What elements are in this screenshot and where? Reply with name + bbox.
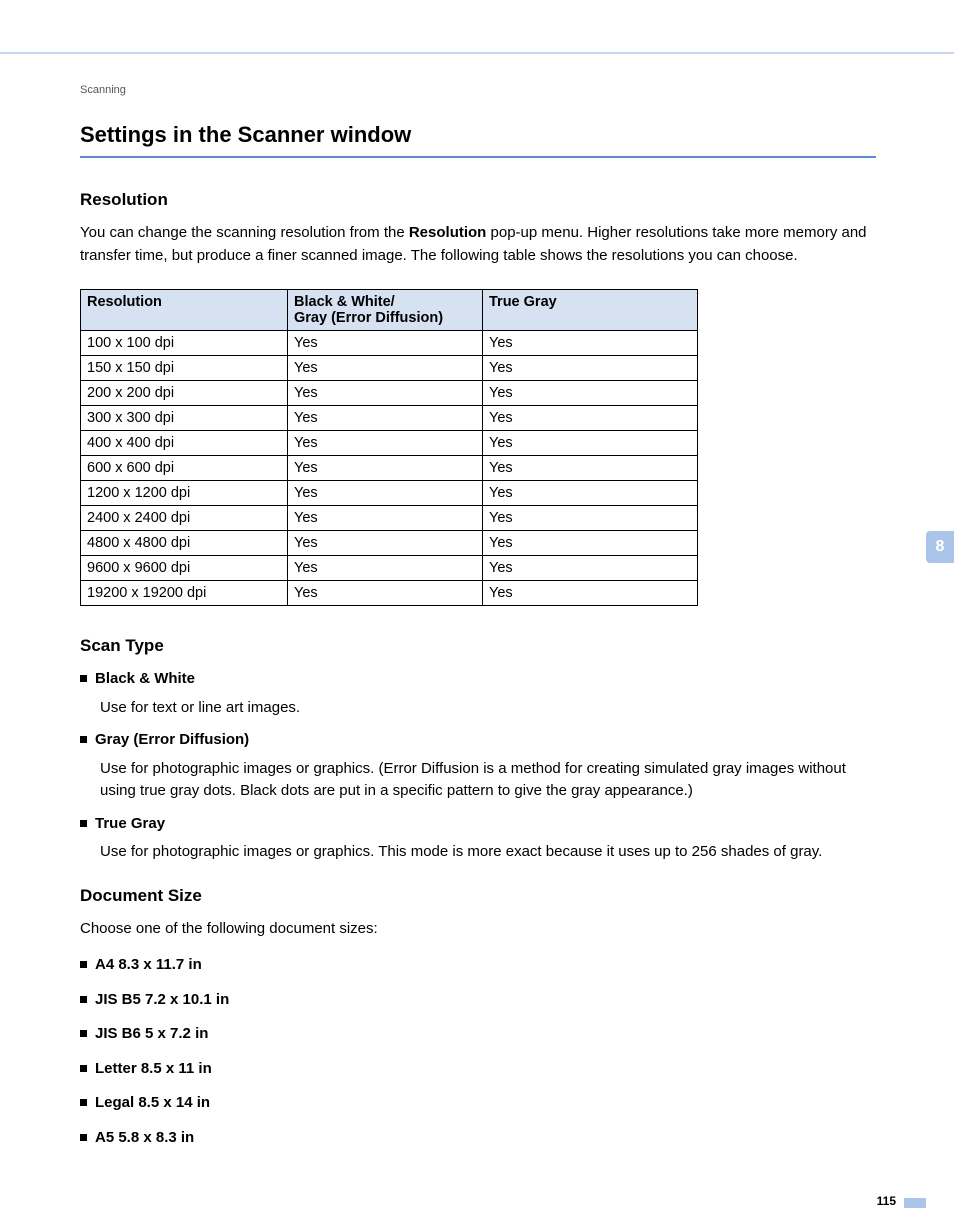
list-item: JIS B6 5 x 7.2 in: [80, 1023, 876, 1046]
table-cell: 2400 x 2400 dpi: [81, 506, 288, 531]
list-item: Legal 8.5 x 14 in: [80, 1092, 876, 1115]
table-cell: Yes: [288, 556, 483, 581]
table-cell: Yes: [288, 506, 483, 531]
table-cell: Yes: [288, 406, 483, 431]
bullet-row: True Gray: [80, 813, 876, 836]
breadcrumb: Scanning: [80, 84, 876, 96]
bullet-icon: [80, 996, 87, 1003]
table-cell: 300 x 300 dpi: [81, 406, 288, 431]
bullet-label: JIS B6 5 x 7.2 in: [95, 1023, 208, 1046]
bullet-label: Legal 8.5 x 14 in: [95, 1092, 210, 1115]
bullet-description: Use for photographic images or graphics.…: [100, 841, 876, 864]
table-cell: Yes: [288, 531, 483, 556]
table-cell: Yes: [483, 356, 698, 381]
text: Black & White/: [294, 294, 395, 310]
table-row: 9600 x 9600 dpi Yes Yes: [81, 556, 698, 581]
table-cell: 1200 x 1200 dpi: [81, 481, 288, 506]
bullet-label: Letter 8.5 x 11 in: [95, 1058, 212, 1081]
table-header-cell: Black & White/ Gray (Error Diffusion): [288, 290, 483, 331]
table-row: 400 x 400 dpi Yes Yes: [81, 431, 698, 456]
table-cell: 600 x 600 dpi: [81, 456, 288, 481]
resolution-heading: Resolution: [80, 190, 876, 210]
page-content: Scanning Settings in the Scanner window …: [0, 54, 954, 1149]
bullet-icon: [80, 1030, 87, 1037]
bullet-icon: [80, 1134, 87, 1141]
table-header-row: Resolution Black & White/ Gray (Error Di…: [81, 290, 698, 331]
list-item: JIS B5 7.2 x 10.1 in: [80, 989, 876, 1012]
bullet-row: Gray (Error Diffusion): [80, 729, 876, 752]
table-cell: 4800 x 4800 dpi: [81, 531, 288, 556]
text-bold: Resolution: [409, 224, 487, 241]
table-cell: Yes: [483, 556, 698, 581]
scan-type-item: Black & White Use for text or line art i…: [80, 668, 876, 719]
bullet-label: A5 5.8 x 8.3 in: [95, 1127, 194, 1150]
scan-type-item: True Gray Use for photographic images or…: [80, 813, 876, 864]
page-accent: [904, 1198, 926, 1208]
table-cell: 9600 x 9600 dpi: [81, 556, 288, 581]
table-cell: Yes: [483, 406, 698, 431]
table-cell: 100 x 100 dpi: [81, 331, 288, 356]
bullet-row: Black & White: [80, 668, 876, 691]
table-cell: Yes: [288, 356, 483, 381]
document-size-list: A4 8.3 x 11.7 in JIS B5 7.2 x 10.1 in JI…: [80, 954, 876, 1149]
table-cell: Yes: [288, 456, 483, 481]
list-item: A4 8.3 x 11.7 in: [80, 954, 876, 977]
table-row: 1200 x 1200 dpi Yes Yes: [81, 481, 698, 506]
table-cell: Yes: [483, 531, 698, 556]
list-item: A5 5.8 x 8.3 in: [80, 1127, 876, 1150]
bullet-description: Use for text or line art images.: [100, 697, 876, 720]
bullet-icon: [80, 1099, 87, 1106]
table-row: 4800 x 4800 dpi Yes Yes: [81, 531, 698, 556]
bullet-label: Black & White: [95, 668, 195, 691]
bullet-label: Gray (Error Diffusion): [95, 729, 249, 752]
bullet-icon: [80, 820, 87, 827]
resolution-table: Resolution Black & White/ Gray (Error Di…: [80, 289, 698, 606]
table-cell: 400 x 400 dpi: [81, 431, 288, 456]
bullet-icon: [80, 1065, 87, 1072]
table-row: 19200 x 19200 dpi Yes Yes: [81, 581, 698, 606]
text: Gray (Error Diffusion): [294, 310, 443, 326]
list-item: Letter 8.5 x 11 in: [80, 1058, 876, 1081]
table-cell: 200 x 200 dpi: [81, 381, 288, 406]
bullet-label: True Gray: [95, 813, 165, 836]
page-title: Settings in the Scanner window: [80, 122, 876, 158]
scan-type-item: Gray (Error Diffusion) Use for photograp…: [80, 729, 876, 803]
table-cell: Yes: [483, 481, 698, 506]
bullet-label: JIS B5 7.2 x 10.1 in: [95, 989, 229, 1012]
table-header-cell: True Gray: [483, 290, 698, 331]
table-cell: 150 x 150 dpi: [81, 356, 288, 381]
document-size-heading: Document Size: [80, 886, 876, 906]
table-cell: Yes: [483, 581, 698, 606]
table-cell: Yes: [483, 381, 698, 406]
bullet-label: A4 8.3 x 11.7 in: [95, 954, 202, 977]
page-number: 115: [877, 1194, 896, 1208]
table-cell: Yes: [288, 381, 483, 406]
bullet-description: Use for photographic images or graphics.…: [100, 758, 876, 803]
table-cell: Yes: [483, 331, 698, 356]
text: You can change the scanning resolution f…: [80, 224, 409, 241]
table-cell: Yes: [288, 481, 483, 506]
table-cell: Yes: [288, 581, 483, 606]
bullet-icon: [80, 675, 87, 682]
table-header-cell: Resolution: [81, 290, 288, 331]
table-row: 150 x 150 dpi Yes Yes: [81, 356, 698, 381]
top-bar: [0, 0, 954, 54]
table-cell: Yes: [288, 331, 483, 356]
scan-type-heading: Scan Type: [80, 636, 876, 656]
table-row: 300 x 300 dpi Yes Yes: [81, 406, 698, 431]
table-cell: Yes: [483, 456, 698, 481]
table-cell: Yes: [288, 431, 483, 456]
table-cell: Yes: [483, 506, 698, 531]
table-row: 200 x 200 dpi Yes Yes: [81, 381, 698, 406]
bullet-icon: [80, 736, 87, 743]
document-size-intro: Choose one of the following document siz…: [80, 918, 876, 941]
table-cell: 19200 x 19200 dpi: [81, 581, 288, 606]
table-row: 600 x 600 dpi Yes Yes: [81, 456, 698, 481]
bullet-icon: [80, 961, 87, 968]
chapter-tab[interactable]: 8: [926, 531, 954, 563]
table-row: 2400 x 2400 dpi Yes Yes: [81, 506, 698, 531]
table-row: 100 x 100 dpi Yes Yes: [81, 331, 698, 356]
table-cell: Yes: [483, 431, 698, 456]
resolution-intro: You can change the scanning resolution f…: [80, 222, 876, 267]
